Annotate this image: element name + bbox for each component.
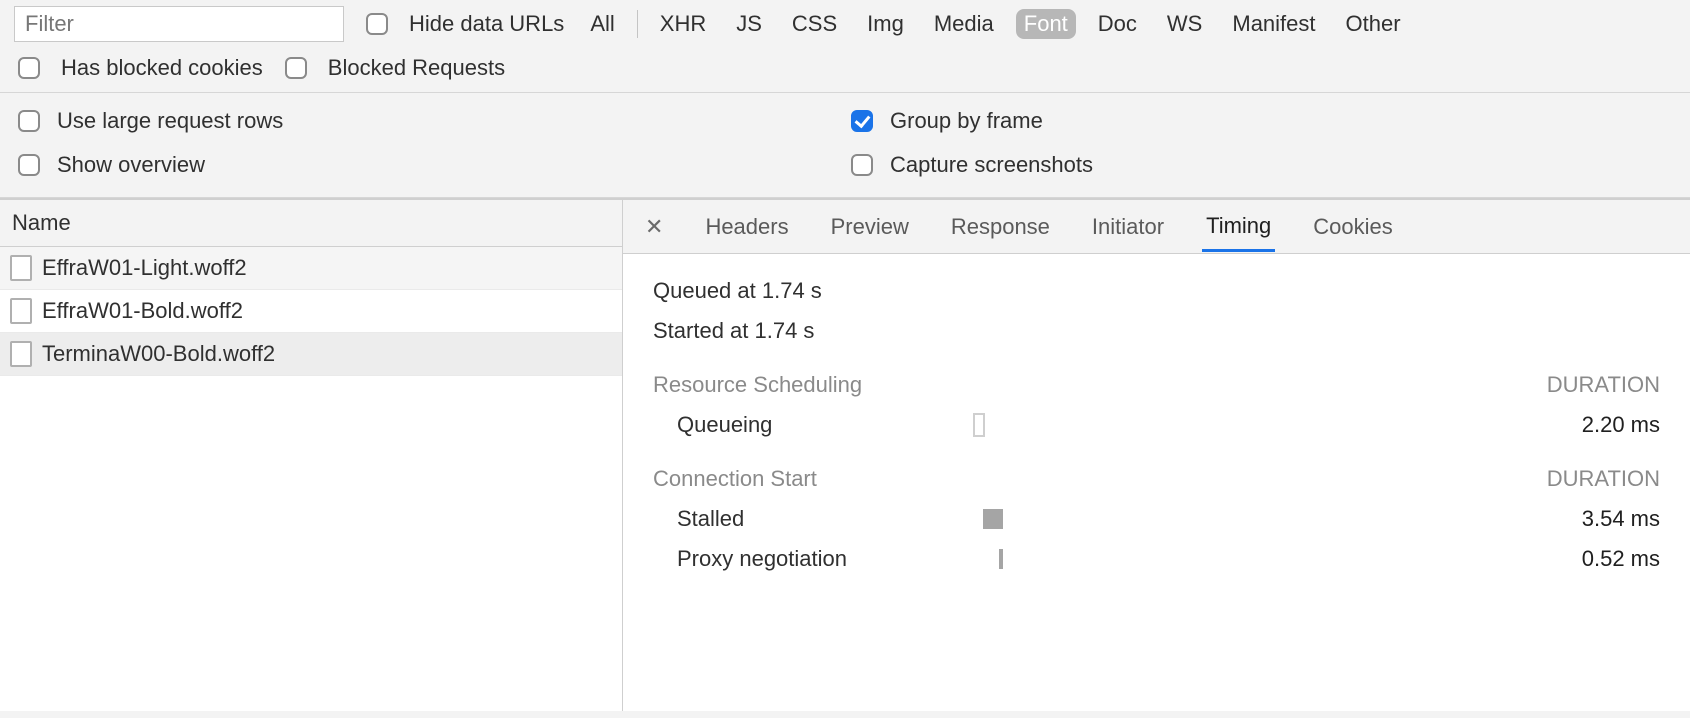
request-name: EffraW01-Bold.woff2 bbox=[42, 298, 243, 324]
type-filter-xhr[interactable]: XHR bbox=[652, 9, 714, 39]
type-filter-other[interactable]: Other bbox=[1338, 9, 1409, 39]
type-filter-doc[interactable]: Doc bbox=[1090, 9, 1145, 39]
request-row[interactable]: TerminaW00-Bold.woff2 bbox=[0, 333, 622, 376]
large-rows-label: Use large request rows bbox=[57, 108, 283, 134]
request-list: EffraW01-Light.woff2 EffraW01-Bold.woff2… bbox=[0, 247, 622, 711]
request-row[interactable]: EffraW01-Light.woff2 bbox=[0, 247, 622, 290]
duration-header: DURATION bbox=[1547, 372, 1660, 398]
capture-screenshots-checkbox[interactable] bbox=[851, 154, 873, 176]
blocked-requests-checkbox[interactable] bbox=[285, 57, 307, 79]
blocked-cookies-checkbox[interactable] bbox=[18, 57, 40, 79]
file-icon bbox=[10, 255, 32, 281]
main-split: Name EffraW01-Light.woff2 EffraW01-Bold.… bbox=[0, 198, 1690, 711]
metric-value: 0.52 ms bbox=[1520, 546, 1660, 572]
timing-bar-proxy bbox=[999, 549, 1003, 569]
metric-bar-area bbox=[973, 547, 1520, 571]
type-filter-all[interactable]: All bbox=[582, 9, 622, 39]
tab-cookies[interactable]: Cookies bbox=[1309, 202, 1396, 252]
type-filter-font[interactable]: Font bbox=[1016, 9, 1076, 39]
blocked-requests-label: Blocked Requests bbox=[328, 55, 505, 81]
request-list-header-name[interactable]: Name bbox=[0, 200, 622, 247]
hide-data-urls-label: Hide data URLs bbox=[409, 11, 564, 37]
type-filter-bar: All XHR JS CSS Img Media Font Doc WS Man… bbox=[582, 9, 1408, 39]
file-icon bbox=[10, 298, 32, 324]
hide-data-urls-checkbox[interactable] bbox=[366, 13, 388, 35]
show-overview-checkbox[interactable] bbox=[18, 154, 40, 176]
type-filter-manifest[interactable]: Manifest bbox=[1224, 9, 1323, 39]
started-at: Started at 1.74 s bbox=[653, 318, 1660, 344]
metric-row-stalled: Stalled 3.54 ms bbox=[653, 506, 1660, 532]
tab-initiator[interactable]: Initiator bbox=[1088, 202, 1168, 252]
request-detail-pane: ✕ Headers Preview Response Initiator Tim… bbox=[623, 200, 1690, 711]
blocked-cookies-label: Has blocked cookies bbox=[61, 55, 263, 81]
request-name: TerminaW00-Bold.woff2 bbox=[42, 341, 275, 367]
group-by-frame-label: Group by frame bbox=[890, 108, 1043, 134]
type-filter-js[interactable]: JS bbox=[728, 9, 770, 39]
detail-tabstrip: ✕ Headers Preview Response Initiator Tim… bbox=[623, 200, 1690, 254]
type-filter-img[interactable]: Img bbox=[859, 9, 912, 39]
section-title-connection-start: Connection Start bbox=[653, 466, 817, 492]
type-filter-ws[interactable]: WS bbox=[1159, 9, 1210, 39]
metric-row-proxy: Proxy negotiation 0.52 ms bbox=[653, 546, 1660, 572]
type-filter-media[interactable]: Media bbox=[926, 9, 1002, 39]
metric-row-queueing: Queueing 2.20 ms bbox=[653, 412, 1660, 438]
group-by-frame-checkbox[interactable] bbox=[851, 110, 873, 132]
metric-label: Proxy negotiation bbox=[653, 546, 973, 572]
timing-bar-stalled bbox=[983, 509, 1003, 529]
toolbar-row-filters: Hide data URLs All XHR JS CSS Img Media … bbox=[0, 0, 1690, 48]
request-name: EffraW01-Light.woff2 bbox=[42, 255, 247, 281]
timing-panel: Queued at 1.74 s Started at 1.74 s Resou… bbox=[623, 254, 1690, 596]
tab-timing[interactable]: Timing bbox=[1202, 201, 1275, 252]
large-rows-checkbox[interactable] bbox=[18, 110, 40, 132]
type-filter-divider bbox=[637, 10, 638, 38]
timing-bar-queueing bbox=[973, 413, 985, 437]
metric-value: 3.54 ms bbox=[1520, 506, 1660, 532]
metric-bar-area bbox=[973, 507, 1520, 531]
capture-screenshots-label: Capture screenshots bbox=[890, 152, 1093, 178]
queued-at: Queued at 1.74 s bbox=[653, 278, 1660, 304]
filter-input[interactable] bbox=[14, 6, 344, 42]
network-toolbar: Hide data URLs All XHR JS CSS Img Media … bbox=[0, 0, 1690, 198]
request-row[interactable]: EffraW01-Bold.woff2 bbox=[0, 290, 622, 333]
duration-header: DURATION bbox=[1547, 466, 1660, 492]
toolbar-row-options: Use large request rows Group by frame Sh… bbox=[0, 93, 1690, 197]
toolbar-row-blocked: Has blocked cookies Blocked Requests bbox=[0, 48, 1690, 92]
metric-label: Queueing bbox=[653, 412, 973, 438]
close-icon[interactable]: ✕ bbox=[641, 214, 667, 240]
tab-preview[interactable]: Preview bbox=[827, 202, 913, 252]
type-filter-css[interactable]: CSS bbox=[784, 9, 845, 39]
file-icon bbox=[10, 341, 32, 367]
tab-response[interactable]: Response bbox=[947, 202, 1054, 252]
show-overview-label: Show overview bbox=[57, 152, 205, 178]
section-title-resource-scheduling: Resource Scheduling bbox=[653, 372, 862, 398]
request-list-pane: Name EffraW01-Light.woff2 EffraW01-Bold.… bbox=[0, 200, 623, 711]
metric-value: 2.20 ms bbox=[1520, 412, 1660, 438]
tab-headers[interactable]: Headers bbox=[701, 202, 792, 252]
metric-label: Stalled bbox=[653, 506, 973, 532]
metric-bar-area bbox=[973, 413, 1520, 437]
